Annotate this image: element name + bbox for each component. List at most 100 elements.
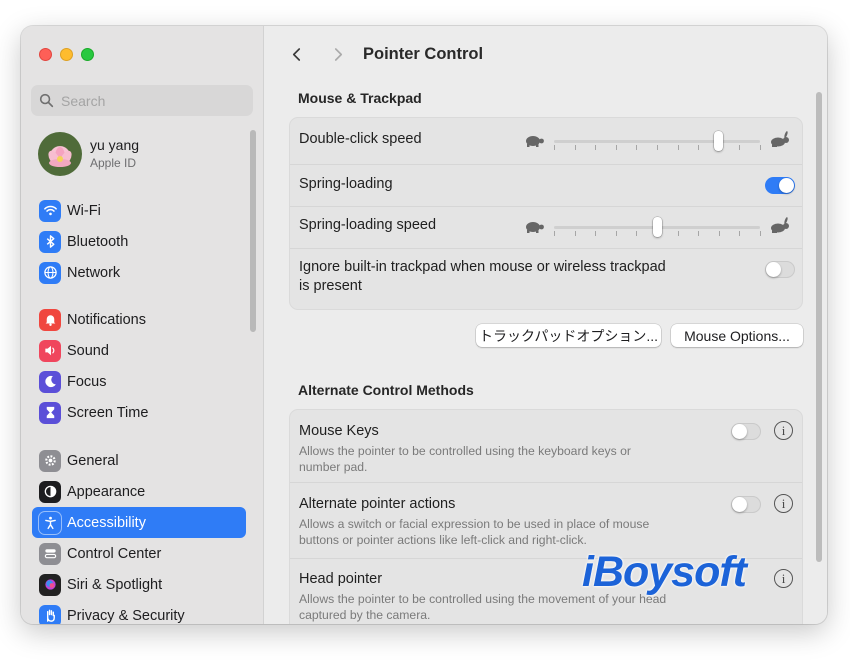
ignore-trackpad-row: Ignore built-in trackpad when mouse or w… (290, 249, 802, 309)
double-click-speed-row: Double-click speed (290, 118, 802, 165)
sidebar-item-control-center[interactable]: Control Center (32, 538, 246, 569)
hare-icon (771, 217, 789, 233)
slider-tick (657, 145, 658, 150)
appearance-icon (39, 480, 61, 503)
slider-tick (636, 231, 638, 236)
slider-tick (760, 145, 761, 150)
section-title-mouse-trackpad: Mouse & Trackpad (298, 90, 422, 106)
slider-tick (615, 231, 617, 236)
apple-id-profile[interactable]: yu yang Apple ID (38, 132, 139, 176)
avatar (38, 132, 82, 176)
sidebar-item-label: Screen Time (67, 404, 149, 421)
sidebar-item-label: Wi-Fi (67, 202, 101, 219)
slider-tick (615, 145, 617, 150)
double-click-speed-slider[interactable] (522, 129, 792, 153)
speaker-icon (39, 339, 61, 362)
alt-pointer-desc-line2: buttons or pointer actions like left-cli… (299, 533, 587, 547)
ignore-trackpad-label-line2: is present (299, 278, 362, 294)
sidebar-item-label: Notifications (67, 311, 146, 328)
sidebar-item-label: Network (67, 264, 121, 281)
spring-loading-row: Spring-loading (290, 165, 802, 207)
slider-tick (718, 231, 720, 236)
sidebar-item-bluetooth[interactable]: Bluetooth (32, 226, 246, 257)
sidebar-group-system: General Appearance Accessibility Control… (32, 445, 246, 624)
alt-pointer-label: Alternate pointer actions (299, 496, 456, 512)
turtle-icon (526, 136, 544, 147)
slider-tick (677, 231, 679, 236)
chevron-left-icon (292, 47, 300, 61)
slider-tick (574, 145, 576, 150)
bluetooth-icon (39, 230, 61, 253)
slider-tick (698, 231, 700, 236)
sidebar-group-network: Wi-Fi Bluetooth Network (32, 195, 246, 288)
spring-loading-toggle[interactable] (765, 177, 795, 194)
page-title: Pointer Control (363, 44, 484, 63)
spring-loading-speed-row: Spring-loading speed (290, 207, 802, 249)
chevron-right-icon (334, 47, 342, 61)
sidebar-item-screen-time[interactable]: Screen Time (32, 397, 246, 428)
alt-pointer-toggle[interactable] (731, 496, 761, 513)
slider-thumb[interactable] (652, 217, 662, 237)
mouse-keys-info-button[interactable]: i (774, 421, 793, 440)
sidebar-item-label: Sound (67, 342, 109, 359)
turtle-icon (526, 222, 544, 233)
head-pointer-info-button[interactable]: i (774, 569, 793, 588)
slider-tick (739, 145, 741, 150)
sidebar: yu yang Apple ID Wi-Fi Bluetooth (21, 26, 264, 624)
search-input[interactable] (61, 92, 241, 109)
sidebar-item-siri-spotlight[interactable]: Siri & Spotlight (32, 569, 246, 600)
sidebar-item-appearance[interactable]: Appearance (32, 476, 246, 507)
sidebar-item-wifi[interactable]: Wi-Fi (32, 195, 246, 226)
head-pointer-label: Head pointer (299, 571, 383, 587)
sidebar-item-network[interactable]: Network (32, 257, 246, 288)
toolbar: Pointer Control (265, 26, 827, 82)
sidebar-item-general[interactable]: General (32, 445, 246, 476)
sidebar-item-label: Focus (67, 373, 107, 390)
slider-tick (554, 145, 555, 150)
slider-tick (574, 231, 576, 236)
wifi-icon (39, 199, 61, 222)
sidebar-item-focus[interactable]: Focus (32, 366, 246, 397)
window-controls (39, 48, 94, 61)
minimize-window-button[interactable] (60, 48, 73, 61)
search-field[interactable] (31, 85, 253, 116)
iboysoft-watermark: iBoysoft (582, 548, 747, 596)
profile-subtitle: Apple ID (90, 156, 137, 170)
alt-pointer-desc-line1: Allows a switch or facial expression to … (299, 517, 650, 531)
slider-tick (636, 145, 638, 150)
hand-icon (39, 604, 61, 624)
sidebar-scrollbar[interactable] (250, 130, 256, 332)
sidebar-item-accessibility[interactable]: Accessibility (32, 507, 246, 538)
ignore-trackpad-label-line1: Ignore built-in trackpad when mouse or w… (299, 259, 666, 275)
sidebar-item-sound[interactable]: Sound (32, 335, 246, 366)
sidebar-item-notifications[interactable]: Notifications (32, 304, 246, 335)
section-title-alternate-control: Alternate Control Methods (298, 382, 474, 398)
close-window-button[interactable] (39, 48, 52, 61)
spring-loading-speed-slider[interactable] (522, 215, 792, 239)
ignore-trackpad-toggle[interactable] (765, 261, 795, 278)
moon-icon (39, 370, 61, 393)
zoom-window-button[interactable] (81, 48, 94, 61)
trackpad-options-button[interactable]: トラックパッドオプション... (476, 324, 661, 347)
sidebar-item-label: Bluetooth (67, 233, 129, 250)
main-scrollbar[interactable] (816, 92, 822, 562)
slider-thumb[interactable] (714, 131, 724, 151)
mouse-options-button[interactable]: Mouse Options... (671, 324, 803, 347)
mouse-keys-desc-line2: number pad. (299, 460, 368, 474)
search-icon (39, 93, 54, 108)
accessibility-icon (39, 511, 61, 534)
back-button[interactable] (285, 43, 307, 65)
alt-pointer-info-button[interactable]: i (774, 494, 793, 513)
slider-tick (698, 145, 700, 150)
settings-window: yu yang Apple ID Wi-Fi Bluetooth (21, 26, 827, 624)
control-center-icon (39, 542, 61, 565)
sidebar-item-privacy-security[interactable]: Privacy & Security (32, 600, 246, 624)
main-pane: Pointer Control Mouse & Trackpad Double-… (265, 26, 827, 624)
hare-icon (771, 131, 789, 147)
mouse-keys-toggle[interactable] (731, 423, 761, 440)
forward-button[interactable] (327, 43, 349, 65)
double-click-speed-label: Double-click speed (299, 131, 422, 147)
mouse-keys-label: Mouse Keys (299, 423, 379, 439)
mouse-keys-row: Mouse Keys Allows the pointer to be cont… (290, 410, 802, 483)
slider-tick (595, 231, 597, 236)
